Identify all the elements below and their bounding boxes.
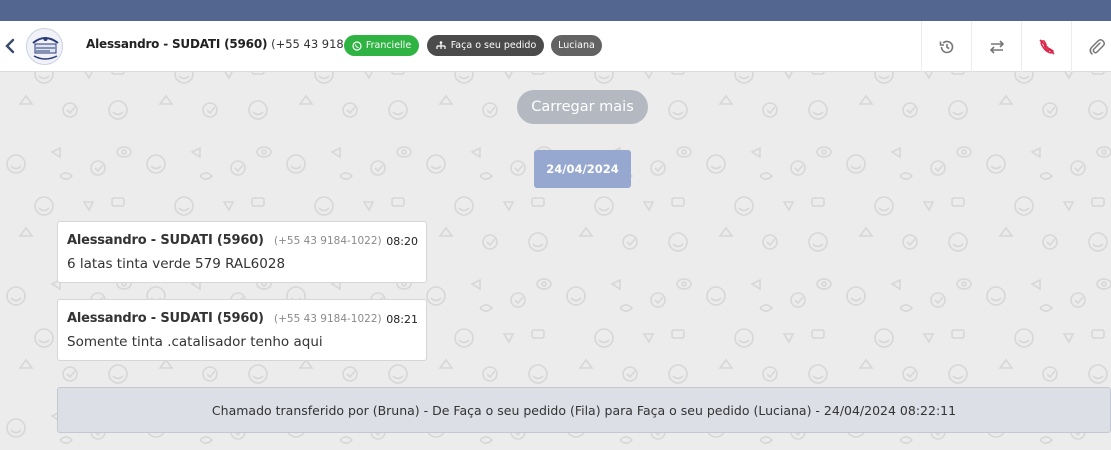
history-button[interactable] <box>921 21 971 72</box>
queue-tag[interactable]: Faça o seu pedido <box>427 35 544 56</box>
attach-button[interactable] <box>1071 21 1111 72</box>
transfer-icon <box>989 39 1004 54</box>
back-arrow-icon[interactable] <box>3 37 17 55</box>
date-separator: 24/04/2024 <box>534 150 631 188</box>
message-bubble: Alessandro - SUDATI (5960) (+55 43 9184-… <box>57 221 427 283</box>
paperclip-icon <box>1089 38 1105 55</box>
contact-name: Alessandro - SUDATI (5960) <box>86 37 268 51</box>
user-tag[interactable]: Luciana <box>551 35 602 56</box>
message-phone: (+55 43 9184-1022) <box>274 313 382 325</box>
agent-tag[interactable]: Francielle <box>344 35 419 56</box>
message-text: 6 latas tinta verde 579 RAL6028 <box>67 256 286 272</box>
queue-tag-label: Faça o seu pedido <box>450 40 537 51</box>
whatsapp-icon <box>352 40 362 51</box>
message-time: 08:20 <box>386 235 418 248</box>
transfer-button[interactable] <box>971 21 1021 72</box>
history-icon <box>939 40 953 53</box>
sitemap-icon <box>436 40 446 49</box>
agent-tag-label: Francielle <box>365 40 412 51</box>
message-sender: Alessandro - SUDATI (5960) <box>67 311 264 326</box>
message-text: Somente tinta .catalisador tenho aqui <box>67 334 323 350</box>
message-time: 08:21 <box>386 313 418 326</box>
end-call-icon <box>1038 38 1055 55</box>
chat-header: Alessandro - SUDATI (5960) (+55 43 9184-… <box>0 21 1111 72</box>
avatar[interactable] <box>26 28 63 65</box>
top-bar <box>0 0 1111 21</box>
system-message: Chamado transferido por (Bruna) - De Faç… <box>57 387 1111 433</box>
end-call-button[interactable] <box>1021 21 1071 72</box>
user-tag-label: Luciana <box>558 40 595 51</box>
load-more-button[interactable]: Carregar mais <box>517 90 648 124</box>
message-phone: (+55 43 9184-1022) <box>274 235 382 247</box>
message-sender: Alessandro - SUDATI (5960) <box>67 233 264 248</box>
message-bubble: Alessandro - SUDATI (5960) (+55 43 9184-… <box>57 299 427 361</box>
